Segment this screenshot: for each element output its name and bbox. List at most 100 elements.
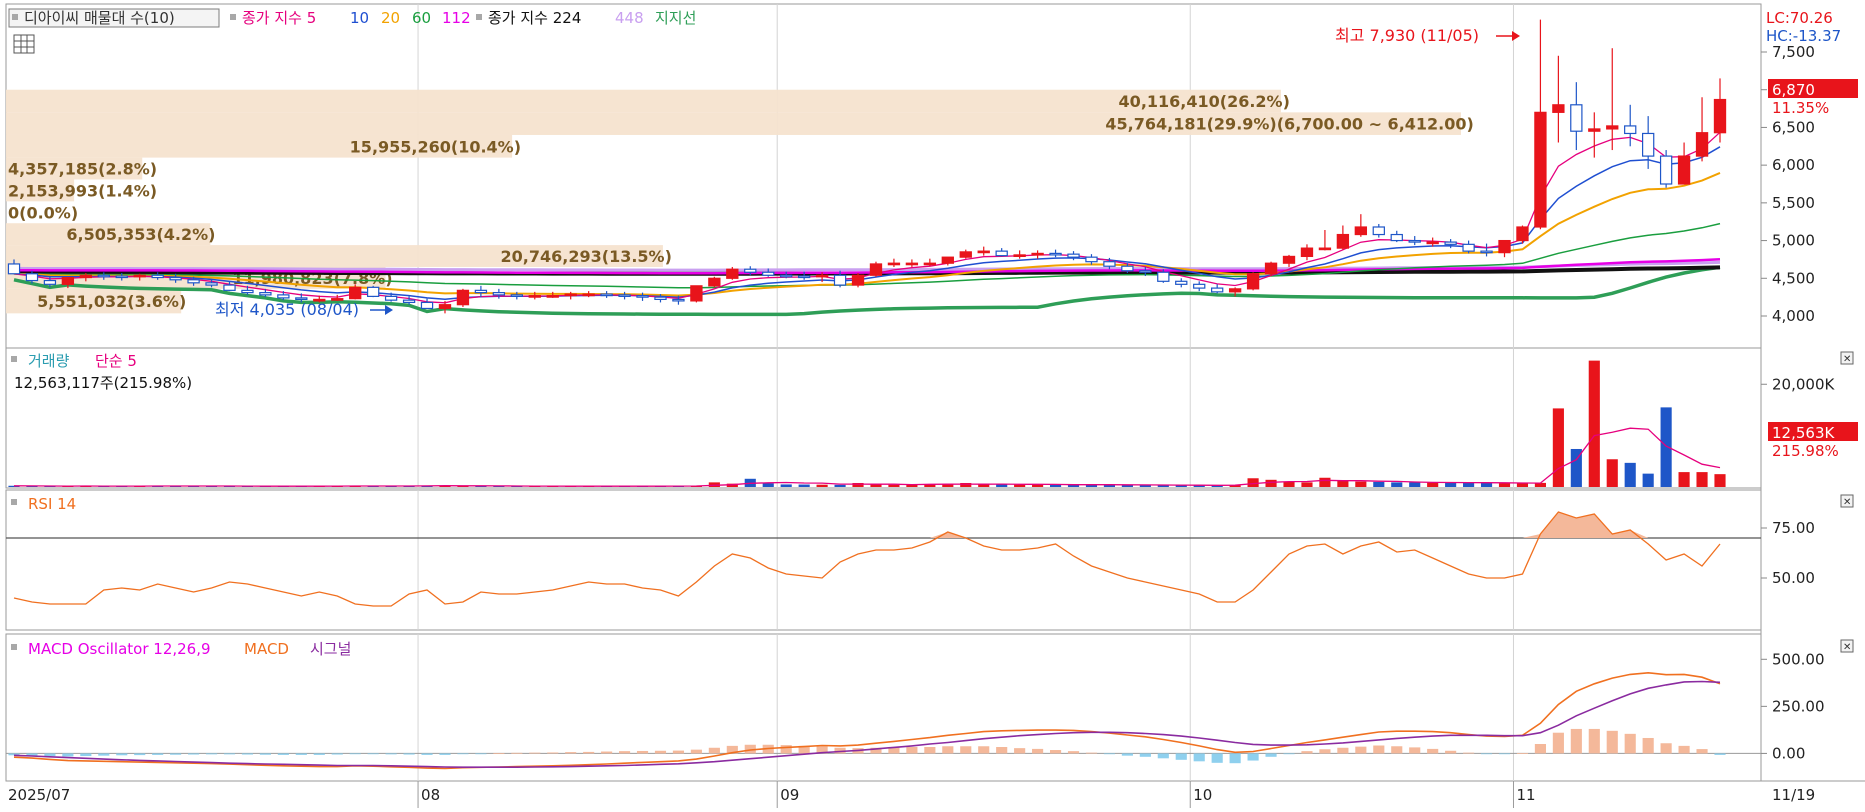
candle-body bbox=[959, 251, 972, 258]
legend-marker bbox=[11, 499, 17, 505]
macd-tick-label: 250.00 bbox=[1772, 697, 1825, 715]
candle-body bbox=[384, 295, 398, 301]
legend-ema224[interactable]: 종가 지수 224 bbox=[488, 9, 581, 27]
stock-name-label[interactable]: 디아이씨 매물대 수(10) bbox=[24, 9, 175, 27]
macd-osc-bar bbox=[44, 753, 56, 757]
macd-osc-bar bbox=[223, 753, 236, 755]
macd-osc-bar bbox=[1445, 750, 1457, 754]
x-tick-label: 09 bbox=[780, 786, 799, 804]
candle-body bbox=[708, 277, 721, 287]
legend-ema60[interactable]: 60 bbox=[412, 9, 431, 27]
legend-ema10[interactable]: 10 bbox=[350, 9, 369, 27]
price-tick-label: 4,500 bbox=[1772, 269, 1815, 287]
candle-body bbox=[438, 304, 452, 310]
macd-osc-bar bbox=[906, 747, 918, 754]
candle-body bbox=[851, 274, 865, 286]
candle-body bbox=[600, 293, 613, 297]
candle-body bbox=[492, 292, 506, 296]
macd-osc-bar bbox=[601, 751, 613, 754]
candle-body bbox=[1121, 265, 1134, 272]
candle-body bbox=[133, 274, 146, 278]
candle-body bbox=[456, 289, 470, 306]
rsi-tick-label: 75.00 bbox=[1772, 519, 1815, 537]
volume-bar bbox=[1319, 477, 1331, 487]
volume-bar bbox=[1391, 482, 1403, 487]
rsi-title[interactable]: RSI 14 bbox=[28, 495, 76, 513]
legend-ema112[interactable]: 112 bbox=[442, 9, 471, 27]
candle-body bbox=[277, 294, 290, 299]
macd-osc-bar bbox=[1049, 750, 1062, 754]
legend-marker bbox=[12, 14, 18, 20]
hc-label: HC:-13.37 bbox=[1766, 27, 1841, 45]
macd-osc-bar bbox=[349, 753, 361, 755]
close-icon[interactable]: ✕ bbox=[1840, 639, 1854, 653]
macd-osc-bar bbox=[690, 749, 702, 754]
macd-osc-bar bbox=[1588, 728, 1600, 754]
legend-marker bbox=[476, 14, 482, 20]
macd-osc-bar bbox=[116, 753, 128, 756]
volume-bar bbox=[1463, 482, 1475, 487]
volume-bar bbox=[1696, 472, 1708, 487]
candle-body bbox=[79, 274, 92, 279]
volume-bar bbox=[1660, 407, 1672, 487]
macd-osc-bar bbox=[1157, 753, 1169, 759]
volume-ma-label[interactable]: 단순 5 bbox=[95, 352, 137, 370]
legend-ema5[interactable]: 종가 지수 5 bbox=[242, 9, 316, 27]
candle-body bbox=[977, 250, 990, 254]
candle-body bbox=[546, 295, 559, 298]
close-icon[interactable]: ✕ bbox=[1840, 494, 1854, 508]
legend-ema20[interactable]: 20 bbox=[381, 9, 400, 27]
signal-label[interactable]: 시그널 bbox=[310, 640, 351, 658]
table-icon[interactable] bbox=[13, 34, 35, 54]
low-annotation: 최저 4,035 (08/04) bbox=[215, 300, 359, 319]
macd-osc-bar bbox=[942, 746, 954, 754]
candle-body bbox=[995, 250, 1008, 257]
candle-body bbox=[1713, 98, 1727, 134]
close-icon[interactable]: ✕ bbox=[1840, 351, 1854, 365]
candle-body bbox=[1390, 233, 1403, 242]
candle-body bbox=[259, 292, 272, 296]
macd-osc-bar bbox=[619, 751, 631, 754]
macd-osc-bar bbox=[98, 753, 110, 756]
legend-marker bbox=[230, 14, 236, 20]
candle-body bbox=[420, 301, 434, 310]
macd-osc-bar bbox=[1139, 753, 1151, 757]
macd-osc-bar bbox=[80, 753, 92, 757]
candle-body bbox=[726, 268, 739, 279]
macd-osc-bar bbox=[170, 753, 182, 755]
candle-body bbox=[780, 274, 793, 278]
macd-osc-bar bbox=[547, 752, 559, 754]
legend-ema448[interactable]: 448 bbox=[615, 9, 644, 27]
macd-osc-bar bbox=[1319, 749, 1331, 754]
macd-osc-bar bbox=[1427, 748, 1439, 754]
volume-current-pct: 215.98% bbox=[1772, 442, 1839, 460]
candle-body bbox=[618, 294, 631, 297]
volume-value-label: 12,563,117주(215.98%) bbox=[14, 374, 192, 392]
candle-body bbox=[1624, 125, 1637, 135]
macd-tick-label: 500.00 bbox=[1772, 650, 1825, 668]
macd-osc-title[interactable]: MACD Oscillator 12,26,9 bbox=[28, 640, 211, 658]
macd-osc-bar bbox=[475, 753, 487, 755]
legend-support[interactable]: 지지선 bbox=[655, 9, 696, 27]
macd-osc-bar bbox=[1355, 746, 1367, 754]
volume-bar bbox=[1409, 482, 1421, 487]
candle-body bbox=[402, 299, 416, 304]
volume-title[interactable]: 거래량 bbox=[28, 352, 70, 370]
candle-body bbox=[1300, 247, 1314, 258]
macd-label[interactable]: MACD bbox=[244, 640, 289, 658]
macd-osc-bar bbox=[403, 753, 415, 755]
candle-body bbox=[25, 273, 39, 282]
candle-body bbox=[1193, 283, 1206, 289]
volume-bar bbox=[1624, 462, 1636, 487]
volume-bar bbox=[1714, 474, 1726, 487]
x-end-label: 11/19 bbox=[1772, 786, 1815, 804]
chart-canvas[interactable]: 40,116,410(26.2%) 45,764,181(29.9%)(6,700… bbox=[0, 0, 1865, 808]
candle-body bbox=[1354, 226, 1368, 236]
macd-osc-bar bbox=[277, 753, 289, 755]
svg-text:✕: ✕ bbox=[1843, 497, 1851, 508]
macd-osc-bar bbox=[295, 753, 307, 755]
volume-profile-label: 15,955,260(10.4%) bbox=[350, 137, 521, 156]
volume-bar bbox=[996, 484, 1008, 487]
price-tick-label: 6,000 bbox=[1772, 156, 1815, 174]
x-tick-label: 2025/07 bbox=[8, 786, 70, 804]
